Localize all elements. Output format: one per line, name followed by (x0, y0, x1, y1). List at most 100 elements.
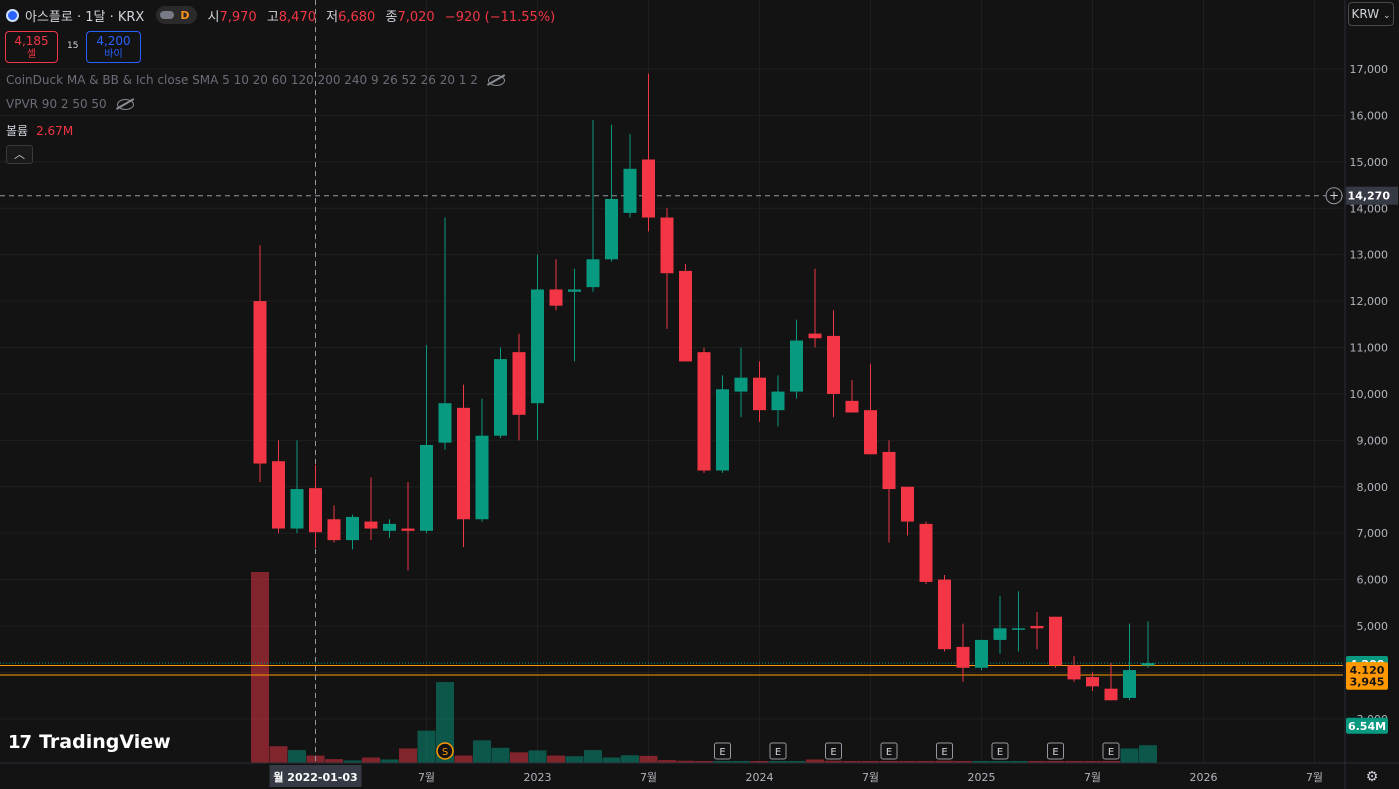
buy-button[interactable]: 4,200 바이 (86, 31, 141, 63)
data-mode-pill[interactable]: D (156, 6, 198, 24)
volume-bar (491, 747, 510, 763)
candle-body (753, 377, 766, 411)
price-axis-tick: 15,000 (1350, 156, 1389, 169)
high-value: 8,470 (278, 9, 316, 25)
price-axis-tick: 16,000 (1350, 109, 1389, 122)
close-value: 7,020 (397, 9, 435, 25)
candle-body (623, 168, 637, 213)
earnings-marker-label: E (1108, 747, 1114, 758)
volume-bar (362, 757, 380, 763)
volume-bar (417, 730, 436, 763)
data-mode-label: D (180, 8, 190, 22)
symbol-logo-icon (6, 8, 19, 22)
candle-body (716, 389, 729, 471)
candle-body (494, 359, 507, 436)
time-axis-tick: 2023 (524, 771, 552, 784)
sell-button[interactable]: 4,185 셀 (5, 31, 58, 63)
candle-body (457, 407, 470, 520)
candle-body (697, 352, 711, 471)
ohlc-values: 시7,970 고8,470 저6,680 종7,020 −920 (−11.55… (207, 9, 556, 25)
candle-body (975, 639, 988, 668)
toggle-icon (160, 11, 175, 19)
collapse-legend-button[interactable]: ︿ (6, 145, 33, 164)
eye-slash-icon[interactable] (487, 74, 505, 86)
volume-bar (325, 759, 343, 763)
price-axis-tick: 10,000 (1350, 388, 1389, 401)
candle-body (1030, 626, 1044, 629)
candle-body (1104, 688, 1118, 701)
candle-body (771, 391, 785, 411)
currency-label: KRW (1351, 7, 1380, 21)
earnings-marker-label: E (886, 747, 892, 758)
volume-bar (454, 755, 473, 763)
candle-body (808, 333, 822, 339)
currency-select[interactable]: KRW ⌄ (1348, 2, 1394, 26)
candle-body (864, 410, 877, 455)
price-chart[interactable]: EEEEEEEES3,0004,0005,0006,0007,0008,0009… (0, 0, 1399, 789)
indicator-ma-legend[interactable]: CoinDuck MA & BB & Ich close SMA 5 10 20… (6, 73, 505, 87)
tradingview-logo[interactable]: 17 TradingView (8, 731, 171, 753)
candle-body (475, 435, 489, 520)
time-axis-tick: 7월 (1084, 771, 1101, 784)
candle-body (438, 403, 452, 443)
volume-bar (621, 755, 639, 763)
volume-bar (1139, 745, 1157, 763)
candle-body (1067, 665, 1081, 680)
price-axis-tick: 12,000 (1350, 295, 1389, 308)
volume-bar (251, 572, 269, 763)
volume-bar (565, 756, 584, 763)
open-value: 7,970 (219, 9, 257, 25)
earnings-marker-label: E (830, 747, 836, 758)
volume-bar (547, 755, 565, 763)
candle-body (253, 301, 267, 464)
volume-bar (1120, 748, 1139, 763)
plus-icon: + (1329, 189, 1339, 203)
candle-body (512, 352, 526, 415)
indicator-ma-label: CoinDuck MA & BB & Ich close SMA 5 10 20… (6, 73, 478, 87)
volume-bar (528, 750, 547, 763)
indicator-vpvr-legend[interactable]: VPVR 90 2 50 50 (6, 97, 134, 111)
candle-body (364, 521, 378, 529)
time-axis-tick: 7월 (640, 771, 657, 784)
price-axis-tick: 17,000 (1350, 63, 1389, 76)
candle-body (290, 489, 304, 529)
time-axis-tick: 2025 (968, 771, 996, 784)
volume-bar (510, 752, 528, 763)
earnings-marker-label: E (997, 747, 1003, 758)
time-axis-tick: 2026 (1190, 771, 1218, 784)
low-value: 6,680 (338, 9, 376, 25)
change-value: −920 (−11.55%) (444, 9, 556, 25)
volume-bar (380, 759, 399, 763)
indicator-vpvr-label: VPVR 90 2 50 50 (6, 97, 107, 111)
price-axis-tick: 6,000 (1357, 574, 1389, 587)
buy-label: 바이 (104, 49, 123, 60)
earnings-marker-label: E (1052, 747, 1058, 758)
chevron-down-icon: ⌄ (1382, 11, 1391, 21)
candle-body (882, 451, 896, 490)
gear-icon[interactable]: ⚙ (1364, 769, 1380, 785)
earnings-marker-label: E (775, 747, 781, 758)
price-axis-tick: 7,000 (1357, 527, 1389, 540)
split-marker-label: S (442, 747, 448, 758)
volume-bar (639, 755, 658, 763)
candle-body (401, 528, 415, 531)
price-axis-tick: 13,000 (1350, 249, 1389, 262)
candle-body (956, 646, 970, 668)
candle-body (420, 444, 433, 531)
eye-slash-icon[interactable] (116, 98, 134, 110)
axis-price-label: 3,945 (1350, 676, 1385, 689)
candle-body (938, 579, 951, 650)
candle-body (1012, 628, 1025, 630)
volume-value: 2.67M (36, 124, 74, 138)
volume-bar (288, 750, 306, 763)
crosshair-price-label: 14,270 (1348, 190, 1391, 203)
candle-body (660, 217, 674, 274)
volume-bar (602, 757, 621, 763)
candle-body (919, 523, 933, 582)
symbol-title[interactable]: 아스플로 · 1달 · KRX (25, 6, 144, 25)
candle-body (993, 628, 1007, 640)
price-axis-tick: 8,000 (1357, 481, 1389, 494)
candle-body (568, 289, 581, 292)
volume-legend[interactable]: 볼륨 2.67M (6, 122, 73, 139)
candle-body (272, 461, 285, 529)
